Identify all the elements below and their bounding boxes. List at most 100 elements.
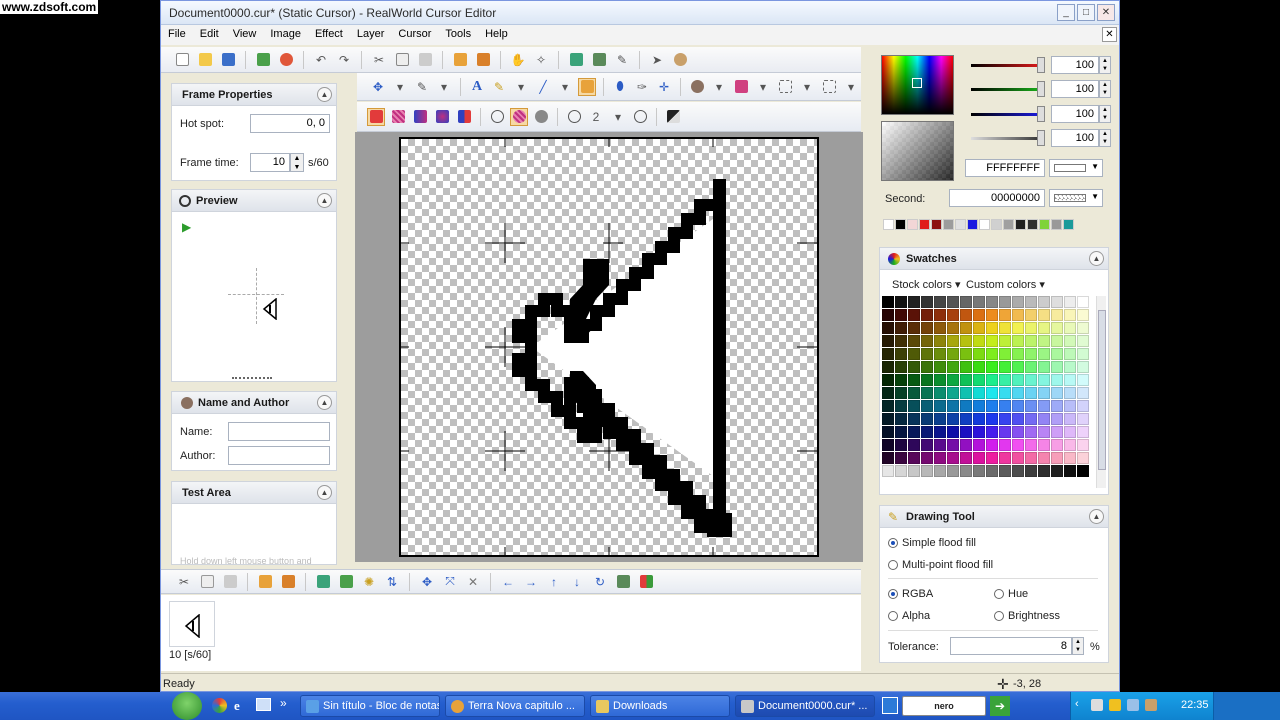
swatch-cell[interactable] (1012, 387, 1024, 399)
swatch-cell[interactable] (1051, 426, 1063, 438)
swatch-cell[interactable] (934, 426, 946, 438)
swatch-cell[interactable] (999, 426, 1011, 438)
quick-color-swatch[interactable] (1015, 219, 1026, 230)
swatch-cell[interactable] (947, 322, 959, 334)
swatch-cell[interactable] (921, 413, 933, 425)
effect-frame-icon[interactable]: ✺ (360, 573, 378, 591)
collapse-icon[interactable]: ▲ (317, 485, 332, 500)
swatch-cell[interactable] (882, 426, 894, 438)
swatch-cell[interactable] (1064, 426, 1076, 438)
stamp-icon[interactable] (590, 51, 608, 69)
swatch-cell[interactable] (973, 452, 985, 464)
swatch-cell[interactable] (895, 309, 907, 321)
swatch-cell[interactable] (986, 348, 998, 360)
swatch-cell[interactable] (986, 413, 998, 425)
swatch-cell[interactable] (1012, 439, 1024, 451)
blend-mode-icon[interactable] (664, 108, 682, 126)
swatch-cell[interactable] (1025, 296, 1037, 308)
swatch-cell[interactable] (882, 335, 894, 347)
swatch-cell[interactable] (921, 426, 933, 438)
second-style-dropdown[interactable]: ▼ (1049, 189, 1103, 207)
swatch-cell[interactable] (921, 309, 933, 321)
swatch-cell[interactable] (882, 413, 894, 425)
author-input[interactable] (228, 446, 330, 465)
quick-color-swatch[interactable] (1051, 219, 1062, 230)
swatch-cell[interactable] (1012, 400, 1024, 412)
swatch-cell[interactable] (895, 335, 907, 347)
swatch-cell[interactable] (1077, 426, 1089, 438)
quick-color-swatch[interactable] (895, 219, 906, 230)
quick-color-swatch[interactable] (955, 219, 966, 230)
brush-icon[interactable]: ✎ (490, 78, 508, 96)
swatch-cell[interactable] (947, 374, 959, 386)
swatch-cell[interactable] (960, 387, 972, 399)
swatch-cell[interactable] (1038, 309, 1050, 321)
pen-icon[interactable]: ✎ (413, 78, 431, 96)
swatch-cell[interactable] (882, 361, 894, 373)
alpha-preview-box[interactable] (881, 121, 954, 181)
swatch-cell[interactable] (1038, 335, 1050, 347)
swatch-cell[interactable] (1064, 335, 1076, 347)
swatch-cell[interactable] (947, 387, 959, 399)
swatch-cell[interactable] (1038, 413, 1050, 425)
swatch-cell[interactable] (986, 322, 998, 334)
swatch-cell[interactable] (1025, 452, 1037, 464)
swatch-cell[interactable] (934, 374, 946, 386)
swatch-cell[interactable] (882, 374, 894, 386)
text-tool-icon[interactable]: A (468, 78, 486, 96)
swatch-cell[interactable] (986, 465, 998, 477)
swatch-cell[interactable] (973, 426, 985, 438)
swatch-cell[interactable] (908, 387, 920, 399)
brush-shape-icon[interactable] (565, 108, 583, 126)
swatch-cell[interactable] (895, 452, 907, 464)
pencil-icon[interactable]: ✎ (613, 51, 631, 69)
primary-hex-field[interactable]: FFFFFFFF (965, 159, 1045, 177)
blue-slider[interactable]: 100 ▲ ▼ (971, 105, 1119, 123)
maximize-button[interactable]: □ (1077, 4, 1095, 21)
swatch-cell[interactable] (921, 387, 933, 399)
swatch-cell[interactable] (973, 335, 985, 347)
swatch-cell[interactable] (895, 361, 907, 373)
arrow-down-icon[interactable]: ↓ (568, 573, 586, 591)
swatch-cell[interactable] (973, 465, 985, 477)
swatch-scrollbar[interactable] (1096, 296, 1106, 488)
swatch-cell[interactable] (986, 361, 998, 373)
go-arrow-icon[interactable]: ➔ (990, 696, 1010, 716)
swatch-cell[interactable] (895, 322, 907, 334)
swatch-cell[interactable] (895, 413, 907, 425)
swatch-cell[interactable] (1012, 296, 1024, 308)
alpha-slider[interactable]: 100 ▲ ▼ (971, 129, 1119, 147)
layer-copy-icon[interactable] (451, 51, 469, 69)
swatch-cell[interactable] (1077, 309, 1089, 321)
swatch-cell[interactable] (999, 335, 1011, 347)
collapse-icon[interactable]: ▲ (1089, 251, 1104, 266)
swatch-cell[interactable] (1064, 413, 1076, 425)
rotate-icon[interactable]: ↻ (591, 573, 609, 591)
shapes-icon[interactable] (732, 78, 750, 96)
swatch-cell[interactable] (1025, 413, 1037, 425)
swatch-cell[interactable] (1025, 426, 1037, 438)
swatch-cell[interactable] (908, 348, 920, 360)
swatch-cell[interactable] (882, 296, 894, 308)
volume-icon[interactable] (1127, 699, 1139, 711)
swatch-cell[interactable] (934, 439, 946, 451)
play-icon[interactable]: ▶ (182, 220, 191, 234)
swatch-cell[interactable] (908, 322, 920, 334)
gradient-fill-icon[interactable] (411, 108, 429, 126)
show-desktop-button[interactable] (1213, 692, 1280, 720)
menu-cursor[interactable]: Cursor (391, 25, 438, 45)
multi-point-flood-fill-radio[interactable]: Multi-point flood fill (888, 559, 993, 571)
swatch-cell[interactable] (1051, 322, 1063, 334)
brightness-radio[interactable]: Brightness (994, 610, 1060, 622)
swatch-cell[interactable] (895, 348, 907, 360)
user-icon[interactable] (671, 51, 689, 69)
solid-fill-icon[interactable] (367, 107, 385, 126)
swatch-cell[interactable] (1051, 374, 1063, 386)
swatch-cell[interactable] (934, 361, 946, 373)
swatch-cell[interactable] (921, 296, 933, 308)
swatch-cell[interactable] (1012, 335, 1024, 347)
swatch-cell[interactable] (1012, 322, 1024, 334)
swatch-cell[interactable] (882, 309, 894, 321)
nero-search-box[interactable]: nero (902, 696, 986, 716)
dropdown-arrow-icon[interactable]: ▾ (512, 78, 530, 96)
